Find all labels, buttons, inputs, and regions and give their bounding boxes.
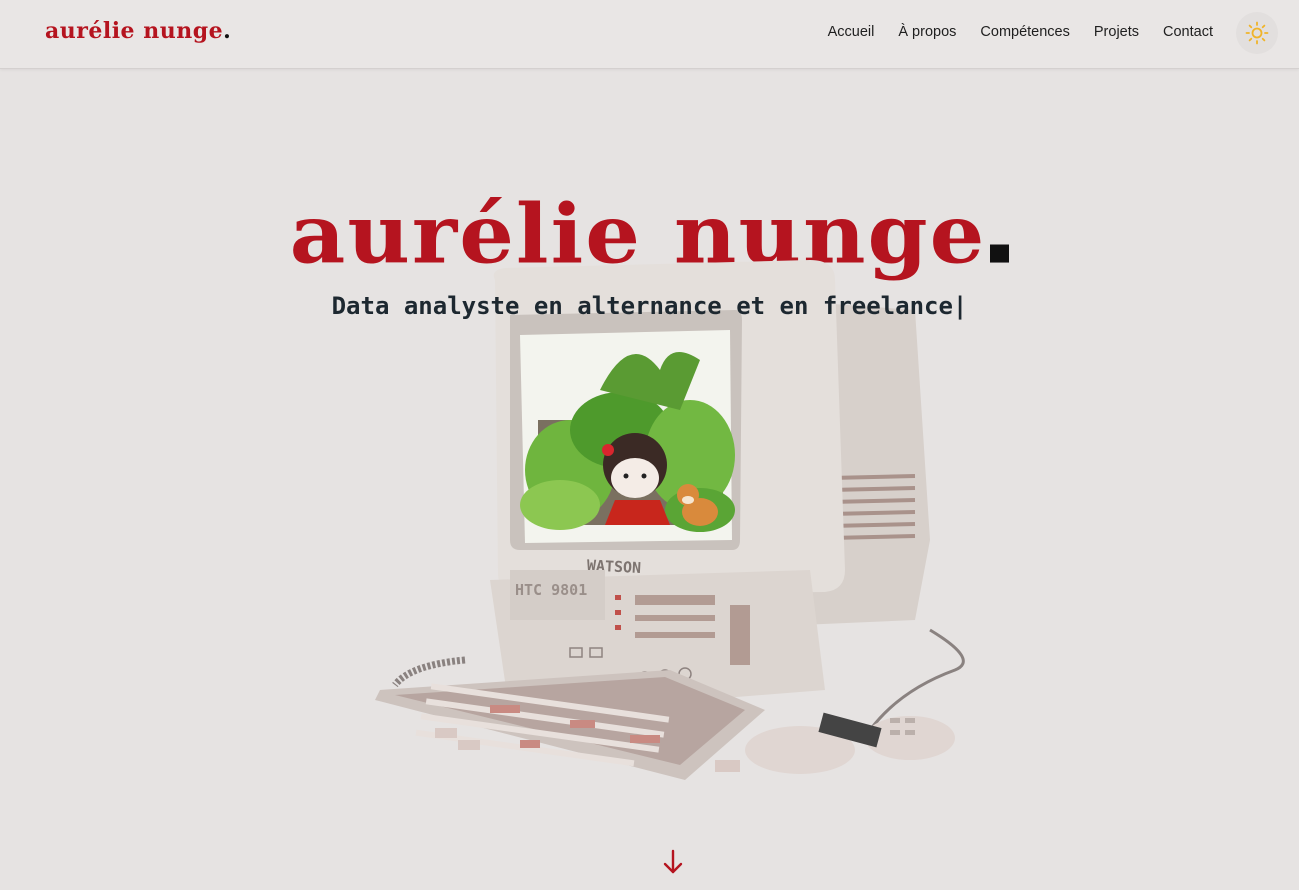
arrow-down-icon[interactable]	[660, 848, 686, 876]
sun-icon	[1245, 21, 1269, 45]
logo-dot: .	[223, 18, 232, 44]
logo-text: aurélie nunge	[45, 18, 224, 44]
nav-link-a-propos[interactable]: À propos	[898, 24, 956, 40]
retro-computer-illustration: WATSON HTC 9801	[375, 260, 965, 780]
navbar: aurélie nunge. Accueil À propos Compéten…	[0, 0, 1299, 69]
site-logo[interactable]: aurélie nunge.	[45, 18, 231, 44]
hero-subtitle: Data analyste en alternance et en freela…	[331, 292, 968, 320]
theme-toggle-button[interactable]	[1236, 12, 1278, 54]
nav-links: Accueil À propos Compétences Projets Con…	[828, 24, 1213, 40]
nav-link-competences[interactable]: Compétences	[980, 24, 1069, 40]
nav-link-contact[interactable]: Contact	[1163, 24, 1213, 40]
computer-model-label: HTC 9801	[515, 581, 587, 599]
title-period-square	[990, 244, 1010, 263]
nav-link-projets[interactable]: Projets	[1094, 24, 1139, 40]
nav-link-accueil[interactable]: Accueil	[828, 24, 875, 40]
